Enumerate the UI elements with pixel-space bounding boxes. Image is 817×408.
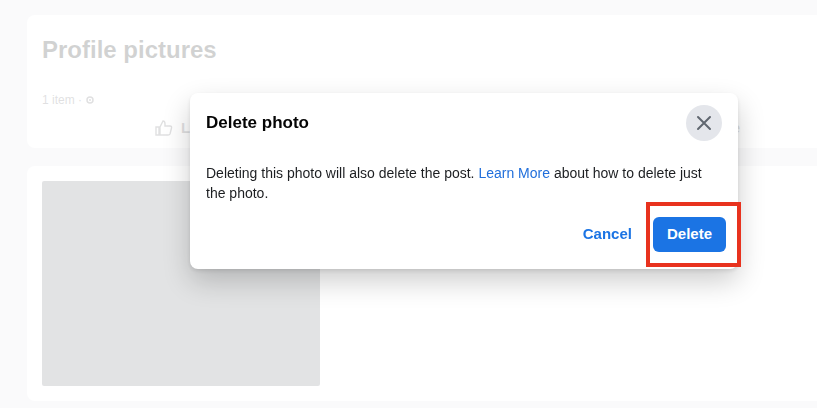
dialog-header: Delete photo — [190, 93, 738, 153]
cancel-button[interactable]: Cancel — [583, 223, 632, 246]
close-button[interactable] — [686, 105, 722, 141]
highlight-box — [646, 202, 741, 267]
dialog-footer: Cancel Delete — [190, 203, 738, 269]
learn-more-link[interactable]: Learn More — [478, 165, 550, 181]
delete-button[interactable]: Delete — [653, 217, 726, 252]
close-icon — [696, 115, 712, 131]
message-text: Deleting this photo will also delete the… — [206, 165, 475, 181]
dialog-message: Deleting this photo will also delete the… — [190, 153, 738, 203]
delete-dialog: Delete photo Deleting this photo will als… — [190, 93, 738, 269]
dialog-title: Delete photo — [206, 113, 309, 133]
